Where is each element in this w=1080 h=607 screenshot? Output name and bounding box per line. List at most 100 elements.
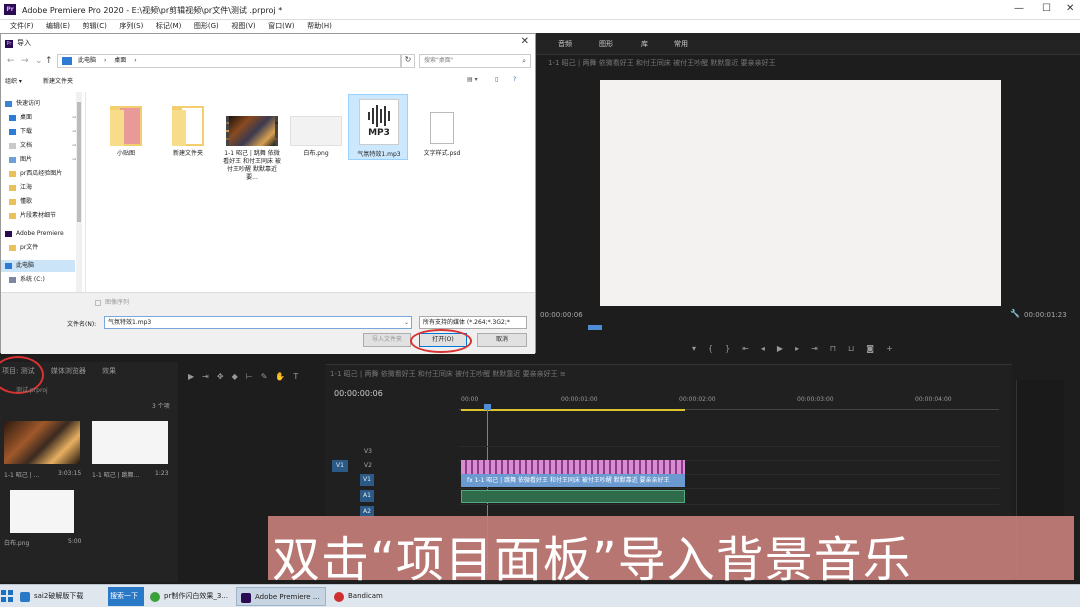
camera-icon[interactable]: ◙ bbox=[866, 344, 886, 353]
nav-documents[interactable]: 文档 ⊸ bbox=[5, 140, 77, 152]
timeline-clip-a1[interactable] bbox=[461, 490, 685, 503]
tab-media-browser[interactable]: 媒体浏览器 bbox=[51, 367, 86, 375]
hand-icon[interactable]: ✋ bbox=[275, 372, 285, 381]
nav-this-pc[interactable]: 此电脑 bbox=[1, 260, 75, 272]
chevron-down-icon[interactable]: ⌄ bbox=[404, 317, 409, 328]
taskbar-item-article[interactable]: pr制作闪白效果_3... bbox=[146, 587, 232, 606]
timeline-ruler[interactable]: 00:00 00:00:01:00 00:00:02:00 00:00:03:0… bbox=[459, 392, 999, 410]
menu-sequence[interactable]: 序列(S) bbox=[119, 20, 143, 33]
nav-desktop[interactable]: 桌面 ⊸ bbox=[5, 112, 77, 124]
forward-arrow-icon[interactable]: → bbox=[21, 56, 29, 66]
ripple-edit-icon[interactable]: ✥ bbox=[217, 372, 224, 381]
mark-out-bracket-icon[interactable]: } bbox=[725, 344, 742, 353]
nav-pr-folder[interactable]: pr文件 bbox=[5, 242, 77, 254]
track-label[interactable]: V3 bbox=[362, 446, 374, 458]
minimize-icon[interactable]: — bbox=[1014, 3, 1024, 14]
workspace-common[interactable]: 常用 bbox=[674, 39, 688, 49]
taskbar-item-bandicam[interactable]: Bandicam bbox=[330, 587, 400, 606]
file-item-mp3-selected[interactable]: MP3 气氛特效1.mp3 bbox=[348, 94, 408, 160]
taskbar-item-premiere[interactable]: Adobe Premiere ... bbox=[236, 587, 326, 606]
workspace-libraries[interactable]: 库 bbox=[641, 39, 648, 49]
workspace-graphics[interactable]: 图形 bbox=[599, 39, 613, 49]
nav-adobe-premiere[interactable]: Adobe Premiere bbox=[5, 228, 77, 240]
close-window-icon[interactable]: ✕ bbox=[1066, 3, 1074, 14]
timeline-clip-v2[interactable] bbox=[461, 460, 685, 474]
menu-markers[interactable]: 标记(M) bbox=[156, 20, 182, 33]
breadcrumb-desktop[interactable]: 桌面 bbox=[114, 57, 126, 64]
new-folder-button[interactable]: 新建文件夹 bbox=[43, 76, 73, 85]
refresh-icon[interactable]: ↻ bbox=[401, 54, 415, 68]
tab-effects[interactable]: 效果 bbox=[102, 367, 116, 375]
menu-window[interactable]: 窗口(W) bbox=[268, 20, 294, 33]
pen-icon[interactable]: ✎ bbox=[261, 372, 268, 381]
project-thumb-sequence[interactable] bbox=[92, 421, 168, 464]
filetype-select[interactable]: 所有支持的媒体 (*.264;*.3G2;* bbox=[419, 316, 527, 329]
recent-locations-icon[interactable]: ⌄ bbox=[35, 56, 43, 66]
view-options-icon[interactable]: ▤ ▾ bbox=[467, 76, 478, 83]
organize-button[interactable]: 组织 ▾ bbox=[5, 76, 22, 85]
nav-drive-c[interactable]: 系统 (C:) bbox=[5, 274, 77, 286]
file-item-folder[interactable]: 小贴图 bbox=[96, 98, 156, 168]
nav-folder[interactable]: 江海 bbox=[5, 182, 77, 194]
timeline-clip-v1[interactable]: fx 1-1 昭己 | 跳舞 依微看好王 和付王同床 被付王吵醒 默默靠近 要亲… bbox=[461, 474, 685, 487]
project-thumb-video[interactable] bbox=[4, 421, 80, 464]
menu-graphics[interactable]: 图形(G) bbox=[194, 20, 219, 33]
lift-icon[interactable]: ⊓ bbox=[830, 344, 848, 353]
selection-tool-icon[interactable]: ▶ bbox=[188, 372, 194, 381]
taskbar-search-button[interactable]: 搜索一下 bbox=[108, 587, 144, 606]
scrollbar-thumb[interactable] bbox=[77, 102, 81, 222]
menu-clip[interactable]: 剪辑(C) bbox=[82, 20, 106, 33]
source-patch-v1[interactable]: V1 bbox=[332, 460, 348, 472]
back-arrow-icon[interactable]: ← bbox=[7, 56, 15, 66]
address-bar[interactable]: 此电脑 › 桌面 › bbox=[57, 54, 401, 68]
import-folder-button[interactable]: 导入文件夹 bbox=[363, 333, 411, 347]
dialog-close-icon[interactable]: ✕ bbox=[521, 36, 529, 47]
taskbar-item-browser[interactable]: sai2破解版下载 bbox=[16, 587, 108, 606]
nav-quick-access[interactable]: 快速访问 bbox=[5, 98, 77, 110]
wrench-icon[interactable]: 🔧 bbox=[1010, 309, 1020, 318]
cancel-button[interactable]: 取消 bbox=[477, 333, 527, 347]
menu-edit[interactable]: 编辑(E) bbox=[46, 20, 70, 33]
timeline-timecode[interactable]: 00:00:00:06 bbox=[334, 389, 383, 398]
go-to-out-icon[interactable]: ⇥ bbox=[811, 344, 830, 353]
file-item-folder[interactable]: 新建文件夹 bbox=[158, 98, 218, 168]
add-icon[interactable]: + bbox=[886, 344, 905, 353]
track-label[interactable]: V1 bbox=[360, 474, 374, 486]
image-sequence-checkbox[interactable]: 图像序列 bbox=[95, 297, 129, 306]
maximize-icon[interactable]: ☐ bbox=[1042, 3, 1051, 14]
nav-pictures[interactable]: 图片 ⊸ bbox=[5, 154, 77, 166]
mark-in-bracket-icon[interactable]: { bbox=[708, 344, 725, 353]
work-area-bar[interactable] bbox=[461, 409, 685, 411]
track-label[interactable]: V2 bbox=[362, 460, 374, 472]
help-icon[interactable]: ? bbox=[513, 76, 516, 83]
preview-pane-icon[interactable]: ▯ bbox=[495, 76, 498, 83]
menu-file[interactable]: 文件(F) bbox=[10, 20, 34, 33]
file-item-image[interactable]: 白布.png bbox=[286, 98, 346, 168]
razor-icon[interactable]: ◆ bbox=[232, 372, 238, 381]
type-tool-icon[interactable]: T bbox=[293, 372, 298, 381]
program-playhead[interactable] bbox=[588, 325, 602, 330]
project-thumb-image[interactable] bbox=[10, 490, 74, 533]
workspace-audio[interactable]: 音频 bbox=[558, 39, 572, 49]
slip-icon[interactable]: ⊢ bbox=[246, 372, 253, 381]
nav-folder[interactable]: pr西瓜经验图片 bbox=[5, 168, 77, 180]
nav-folder[interactable]: 懂歌 bbox=[5, 196, 77, 208]
go-to-in-icon[interactable]: ⇤ bbox=[742, 344, 761, 353]
track-select-icon[interactable]: ⇥ bbox=[202, 372, 209, 381]
nav-scrollbar[interactable] bbox=[76, 92, 82, 292]
filename-input[interactable]: 气氛特效1.mp3 ⌄ bbox=[104, 316, 412, 329]
mark-in-icon[interactable]: ▾ bbox=[692, 344, 708, 353]
start-icon[interactable] bbox=[0, 589, 14, 603]
menu-view[interactable]: 视图(V) bbox=[231, 20, 255, 33]
track-label[interactable]: A1 bbox=[360, 490, 374, 502]
step-forward-icon[interactable]: ▸ bbox=[795, 344, 811, 353]
extract-icon[interactable]: ⊔ bbox=[848, 344, 866, 353]
search-input[interactable]: 搜索"桌面" ⌕ bbox=[419, 54, 531, 68]
up-arrow-icon[interactable]: ↑ bbox=[45, 56, 53, 66]
breadcrumb-this-pc[interactable]: 此电脑 bbox=[78, 57, 96, 64]
nav-folder[interactable]: 片段素材细节 bbox=[5, 210, 77, 222]
nav-downloads[interactable]: 下载 ⊸ bbox=[5, 126, 77, 138]
menu-help[interactable]: 帮助(H) bbox=[307, 20, 332, 33]
play-icon[interactable]: ▶ bbox=[777, 344, 795, 353]
file-item-document[interactable]: 文字样式.psd bbox=[412, 98, 472, 168]
